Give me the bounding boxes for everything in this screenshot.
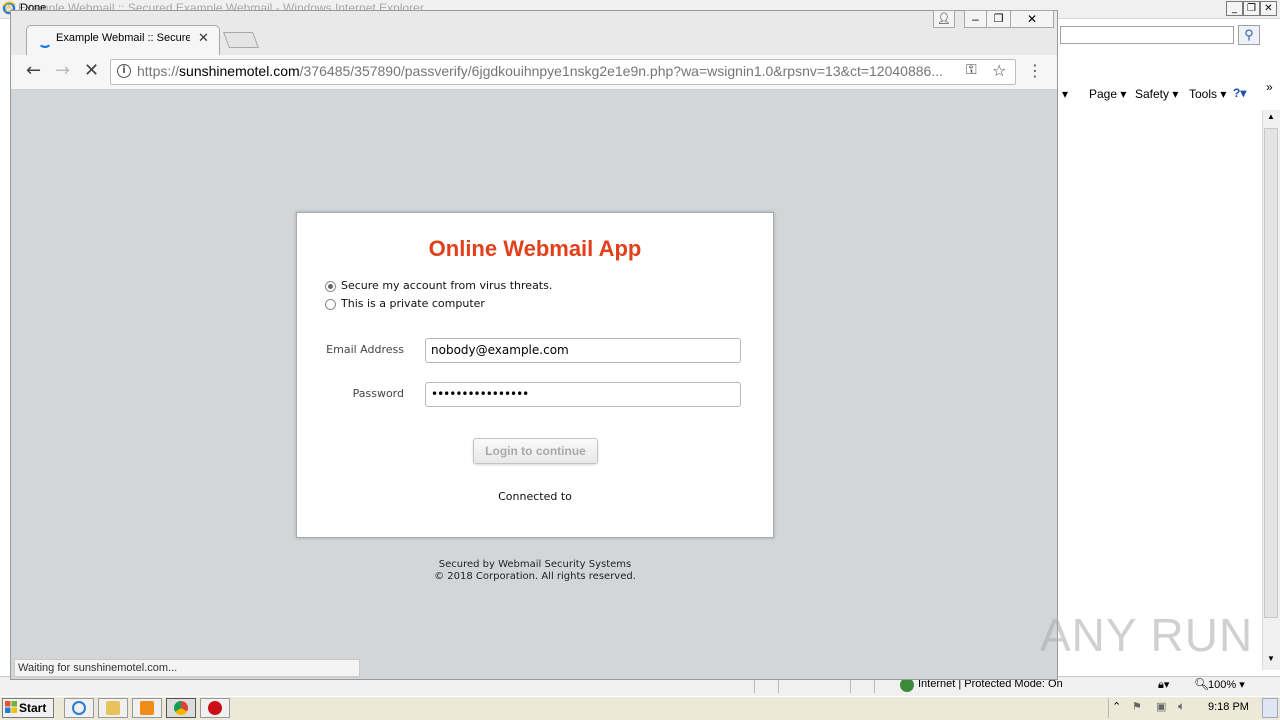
connected-text: Connected to — [498, 490, 572, 503]
email-label: Email Address — [326, 343, 404, 356]
opera-icon — [208, 701, 222, 715]
page-title: Online Webmail App — [428, 236, 642, 261]
status-divider — [754, 679, 755, 693]
tray-expand-icon[interactable]: ⌃ — [1112, 700, 1121, 713]
ie-search-input[interactable] — [1060, 26, 1234, 44]
key-icon[interactable]: ⚿ — [966, 62, 977, 78]
watermark-logo: ANY RUN — [1040, 609, 1254, 661]
scroll-down-icon[interactable]: ▼ — [1262, 654, 1280, 668]
footer-secured-text: Secured by Webmail Security Systems — [438, 559, 632, 570]
login-button[interactable]: Login to continue — [473, 438, 598, 464]
tab-title: Example Webmail :: Secured Example Webma… — [56, 32, 190, 44]
url-path: /376485/357890/passverify/6jgdkouihnpye1… — [299, 63, 943, 79]
zoom-icon: 🔍︎ — [1194, 677, 1210, 691]
ie-scroll-thumb[interactable] — [1264, 128, 1278, 618]
kebab-menu-icon[interactable]: ⋮ — [1027, 61, 1043, 80]
status-divider — [778, 679, 779, 693]
status-divider — [874, 679, 875, 693]
lock-icon[interactable]: 🔒︎▾ — [1158, 678, 1169, 692]
forward-arrow-icon[interactable]: → — [55, 60, 70, 81]
new-tab-button[interactable] — [223, 32, 259, 48]
footer-copyright: © 2018 Corporation. All rights reserved. — [434, 571, 636, 582]
url-host: sunshinemotel.com — [179, 63, 300, 79]
tab-close-icon[interactable]: ✕ — [198, 31, 209, 46]
ie-icon — [72, 701, 86, 715]
email-field[interactable]: nobody@example.com — [425, 338, 741, 363]
ie-minimize-button[interactable]: _ — [1226, 1, 1243, 16]
clock[interactable]: 9:18 PM — [1208, 701, 1249, 713]
loading-spinner-icon — [38, 34, 52, 48]
ie-cmd-arrow: ▾ — [1062, 87, 1069, 101]
ie-tools-menu[interactable]: Tools ▾ — [1189, 87, 1226, 101]
ie-zoom-level[interactable]: 100% ▾ — [1208, 678, 1245, 691]
radio-private-label[interactable]: This is a private computer — [341, 297, 485, 310]
ie-page-menu[interactable]: Page ▾ — [1089, 87, 1126, 101]
chrome-icon — [174, 701, 188, 715]
bookmark-star-icon[interactable]: ☆ — [992, 61, 1006, 80]
help-icon[interactable]: ?▾ — [1233, 86, 1246, 100]
password-label: Password — [352, 387, 404, 400]
search-icon[interactable]: ⚲ — [1238, 25, 1260, 45]
status-divider — [850, 679, 851, 693]
windows-logo-icon — [5, 701, 17, 713]
ie-safety-menu[interactable]: Safety ▾ — [1135, 87, 1178, 101]
radio-secure-label[interactable]: Secure my account from virus threats. — [341, 279, 552, 292]
ie-close-button[interactable]: ✕ — [1260, 1, 1277, 16]
password-field[interactable]: •••••••••••••••• — [425, 382, 741, 407]
ie-more-chevron-icon[interactable]: » — [1266, 80, 1273, 94]
scroll-up-icon[interactable]: ▲ — [1262, 112, 1280, 126]
url-text[interactable]: https://sunshinemotel.com/376485/357890/… — [137, 63, 961, 79]
flag-icon[interactable]: ⚑ — [1132, 700, 1142, 713]
chrome-status-bubble: Waiting for sunshinemotel.com... — [14, 659, 360, 677]
radio-private-computer[interactable] — [325, 299, 336, 310]
media-player-icon — [140, 701, 154, 715]
profile-icon[interactable]: 👤︎ — [933, 10, 955, 28]
info-icon[interactable]: i — [117, 64, 131, 78]
chrome-minimize-button[interactable]: – — [964, 10, 986, 28]
globe-icon — [900, 678, 914, 692]
radio-secure-account[interactable] — [325, 281, 336, 292]
chrome-close-button[interactable]: ✕ — [1010, 10, 1054, 28]
folder-icon — [106, 701, 120, 715]
network-icon[interactable]: ▣ — [1156, 700, 1166, 713]
volume-icon[interactable]: 🔈︎ — [1178, 699, 1185, 714]
url-scheme: https:// — [137, 63, 180, 79]
back-arrow-icon[interactable]: ← — [26, 60, 41, 81]
chrome-restore-button[interactable]: ❐ — [986, 10, 1010, 28]
show-desktop-button[interactable] — [1262, 698, 1278, 718]
ie-restore-button[interactable]: ❐ — [1243, 1, 1260, 16]
stop-loading-icon[interactable]: ✕ — [84, 60, 99, 81]
